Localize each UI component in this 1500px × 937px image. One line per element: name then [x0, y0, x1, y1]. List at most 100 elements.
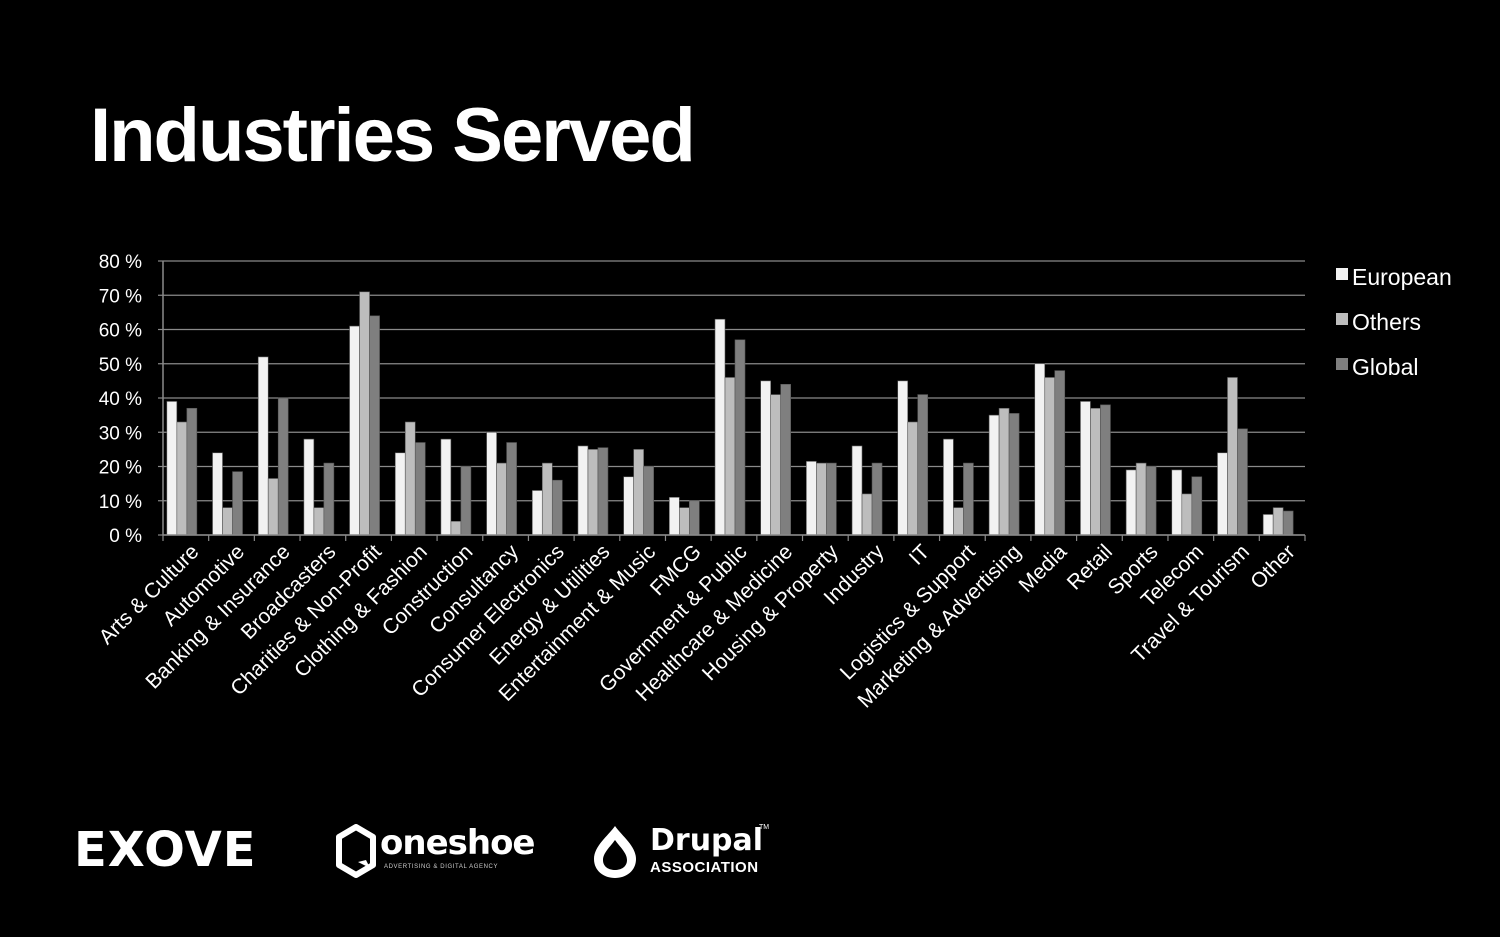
bar-european [486, 431, 497, 536]
drupal-trademark: TM [759, 824, 770, 831]
bar-global [277, 397, 289, 536]
x-tick-label: Media [1015, 540, 1072, 597]
y-axis-ticks: 0 % 10 % 20 % 30 % 40 % 50 % 60 % 70 % 80 % [99, 252, 142, 547]
bar-global [871, 462, 883, 536]
legend-label-others: Others [1352, 309, 1421, 335]
y-tick-label: 30 % [99, 423, 142, 444]
bar-global [323, 462, 335, 536]
bar-others [861, 493, 873, 536]
bar-european [623, 476, 634, 536]
bar-global [826, 462, 837, 536]
bar-others [222, 507, 233, 536]
y-tick-label: 20 % [99, 458, 142, 479]
bar-global [506, 442, 517, 536]
legend-swatch-others [1336, 313, 1348, 325]
bar-others [267, 478, 279, 536]
legend-label-global: Global [1352, 354, 1418, 380]
bar-global [551, 479, 563, 536]
bar-others [953, 507, 964, 536]
oneshoe-logo: oneshoe ADVERTISING & DIGITAL AGENCY [336, 824, 536, 878]
bar-others [496, 462, 507, 536]
bar-global [1100, 404, 1111, 536]
bar-others [907, 421, 919, 536]
bar-others [450, 520, 462, 536]
bar-european [806, 461, 817, 536]
bar-european [577, 445, 589, 536]
bar-global [1054, 370, 1066, 536]
y-tick-label: 60 % [99, 321, 142, 342]
bar-european [988, 414, 1000, 536]
drupal-association-text: ASSOCIATION [650, 859, 759, 876]
drupal-association-logo: Drupal TM ASSOCIATION [588, 822, 788, 882]
bar-european [257, 356, 269, 536]
bar-global [232, 471, 243, 536]
bar-global [963, 462, 974, 536]
bar-european [531, 490, 543, 536]
bar-others [359, 291, 370, 536]
y-tick-label: 50 % [99, 355, 142, 376]
legend: European Others Global [1336, 264, 1452, 380]
bar-others [998, 407, 1010, 536]
bar-global [414, 442, 426, 536]
bar-others [724, 377, 736, 536]
bar-global [917, 394, 929, 536]
bar-global [1008, 413, 1020, 536]
bar-chart: 0 % 10 % 20 % 30 % 40 % 50 % 60 % 70 % 80 % Arts… [95, 252, 1452, 713]
x-tick-label: IT [905, 540, 935, 570]
bar-european [394, 452, 406, 536]
x-axis-labels: Arts & CultureAutomotiveBanking & Insura… [95, 540, 1300, 713]
bar-global [1237, 428, 1248, 536]
bar-others [313, 507, 325, 536]
bar-global [734, 339, 746, 536]
legend-swatch-global [1336, 358, 1348, 370]
bar-european [943, 438, 954, 536]
bar-european [349, 325, 360, 536]
bar-european [1217, 452, 1228, 536]
bar-others [176, 421, 188, 536]
bar-european [760, 380, 771, 536]
bar-others [587, 449, 599, 536]
bar-others [1227, 377, 1238, 536]
drupal-name: Drupal [650, 823, 764, 858]
x-tick-label: Other [1246, 540, 1299, 593]
bar-european [1171, 469, 1183, 536]
bar-global [460, 466, 472, 536]
bar-european [303, 438, 315, 536]
bar-european [440, 438, 452, 536]
bar-others [770, 394, 781, 536]
y-tick-label: 40 % [99, 389, 142, 410]
bar-global [1145, 466, 1157, 536]
bar-others [1272, 507, 1284, 536]
legend-label-european: European [1352, 264, 1452, 290]
bar-global [186, 407, 198, 536]
bars [166, 291, 1294, 536]
bar-others [1044, 377, 1056, 536]
bar-european [1125, 469, 1137, 536]
bar-european [212, 452, 223, 536]
bar-global [597, 447, 609, 536]
legend-swatch-european [1336, 268, 1348, 280]
bar-others [1181, 493, 1193, 536]
bar-european [1034, 363, 1046, 536]
y-tick-label: 0 % [109, 526, 142, 547]
bar-european [851, 445, 863, 536]
bar-others [1090, 407, 1101, 536]
y-tick-label: 10 % [99, 492, 142, 513]
bar-global [369, 315, 380, 536]
bar-global [689, 500, 700, 536]
exove-logo: EXOVE [74, 822, 257, 878]
drupal-drop-icon [594, 826, 636, 878]
oneshoe-tagline: ADVERTISING & DIGITAL AGENCY [384, 864, 499, 870]
bar-global [1282, 510, 1294, 536]
bar-european [166, 401, 178, 536]
bar-european [714, 318, 726, 536]
bar-global [643, 466, 654, 536]
bar-european [1262, 514, 1274, 536]
bar-european [897, 380, 909, 536]
oneshoe-hexagon-icon [336, 824, 376, 878]
bar-others [404, 421, 416, 536]
bar-others [816, 462, 827, 536]
y-tick-label: 70 % [99, 286, 142, 307]
bar-others [541, 462, 553, 536]
bar-others [633, 449, 644, 536]
